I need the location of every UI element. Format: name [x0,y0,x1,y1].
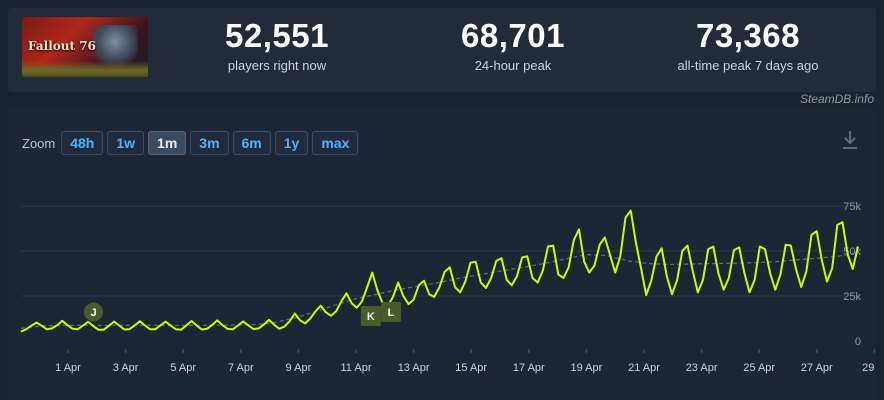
event-marker-label: J [90,307,96,319]
thumbnail-ground [22,61,148,77]
day-peak-value: 68,701 [461,17,565,54]
y-tick-label: 25k [843,291,861,303]
players-line [20,209,859,333]
chart-panel: Zoom 48h 1w 1m 3m 6m 1y max 0 25k 50k 75k 1 … [8,110,876,400]
all-time-peak-value: 73,368 [696,17,800,54]
stats-bar: Fallout 76 52,551 players right now 68,7… [8,8,876,92]
all-time-peak-label: all-time peak 7 days ago [677,58,819,73]
x-tick-label: 13 Apr [398,362,430,374]
steamdb-watermark[interactable]: SteamDB.info [800,92,874,106]
day-peak-stat: 68,701 24-hour peak [428,17,598,74]
players-now-stat: 52,551 players right now [192,17,362,74]
players-now-label: players right now [227,58,327,73]
x-tick-label: 25 Apr [743,362,775,374]
x-tick-label: 23 Apr [686,362,718,374]
players-now-value: 52,551 [225,17,329,54]
x-tick-label: 21 Apr [628,362,660,374]
all-time-peak-stat: 73,368 all-time peak 7 days ago [648,17,848,74]
event-marker-label: L [388,307,395,319]
x-tick-label: 15 Apr [455,362,487,374]
game-thumbnail[interactable]: Fallout 76 [22,17,148,77]
x-tick-label: 3 Apr [113,362,139,374]
y-tick-label: 0 [855,336,861,348]
x-tick-label: 11 Apr [341,362,372,374]
x-tick-label: 7 Apr [228,362,254,374]
x-tick-label: 27 Apr [801,362,833,374]
day-peak-label: 24-hour peak [474,58,552,73]
average-line [20,252,859,330]
x-tick-label: 29 ... [862,362,876,374]
player-count-chart: 025k50k75k1 Apr 3 Apr 5 Apr 7 Apr 9 Apr 11 Ap… [20,201,876,374]
game-logo: Fallout 76 [28,39,96,53]
x-tick-label: 17 Apr [513,362,545,374]
x-tick-label: 1 Apr [55,362,81,374]
y-tick-label: 75k [843,201,861,213]
x-tick-label: 9 Apr [286,362,312,374]
x-tick-label: 19 Apr [570,362,602,374]
event-marker-label: K [367,311,375,323]
x-tick-label: 5 Apr [170,362,196,374]
